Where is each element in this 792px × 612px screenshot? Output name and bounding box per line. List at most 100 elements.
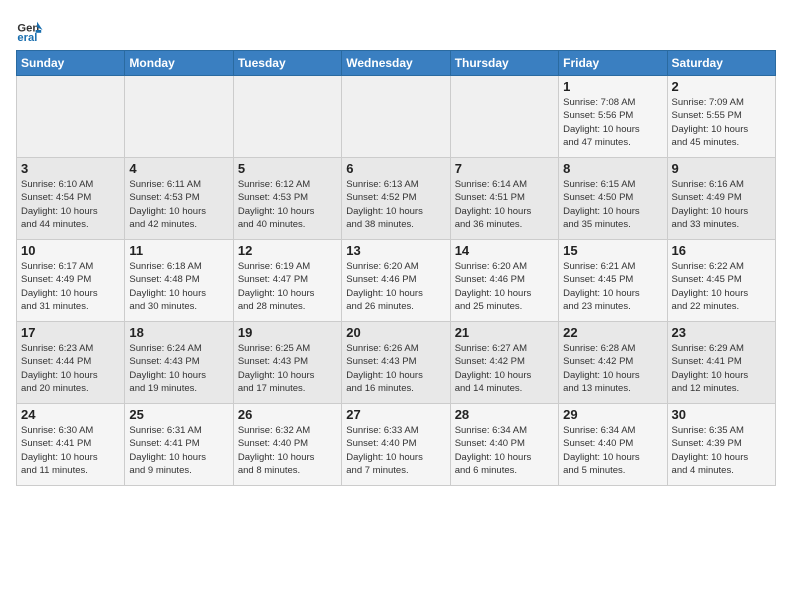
logo: Gen eral (16, 16, 48, 44)
calendar-day-cell (233, 76, 341, 158)
calendar-week-row: 10Sunrise: 6:17 AM Sunset: 4:49 PM Dayli… (17, 240, 776, 322)
day-info: Sunrise: 6:34 AM Sunset: 4:40 PM Dayligh… (563, 424, 662, 477)
calendar-body: 1Sunrise: 7:08 AM Sunset: 5:56 PM Daylig… (17, 76, 776, 486)
calendar-day-cell (342, 76, 450, 158)
day-info: Sunrise: 7:09 AM Sunset: 5:55 PM Dayligh… (672, 96, 771, 149)
day-number: 6 (346, 161, 445, 176)
day-number: 13 (346, 243, 445, 258)
calendar-day-cell: 4 Sunrise: 6:11 AM Sunset: 4:53 PM Daylig… (125, 158, 233, 240)
day-number: 18 (129, 325, 228, 340)
svg-text:eral: eral (17, 32, 37, 44)
day-number: 26 (238, 407, 337, 422)
header: Gen eral (16, 12, 776, 44)
day-info: Sunrise: 6:22 AM Sunset: 4:45 PM Dayligh… (672, 260, 771, 313)
day-number: 19 (238, 325, 337, 340)
day-number: 12 (238, 243, 337, 258)
logo-icon: Gen eral (16, 16, 44, 44)
day-info: Sunrise: 6:34 AM Sunset: 4:40 PM Dayligh… (455, 424, 554, 477)
calendar-day-cell: 20Sunrise: 6:26 AM Sunset: 4:43 PM Dayli… (342, 322, 450, 404)
day-info: Sunrise: 6:12 AM Sunset: 4:53 PM Dayligh… (238, 178, 337, 231)
day-number: 9 (672, 161, 771, 176)
weekday-header-row: SundayMondayTuesdayWednesdayThursdayFrid… (17, 51, 776, 76)
calendar-day-cell: 1Sunrise: 7:08 AM Sunset: 5:56 PM Daylig… (559, 76, 667, 158)
day-info: Sunrise: 6:24 AM Sunset: 4:43 PM Dayligh… (129, 342, 228, 395)
calendar-week-row: 24 Sunrise: 6:30 AM Sunset: 4:41 PM Dayli… (17, 404, 776, 486)
day-number: 2 (672, 79, 771, 94)
calendar-day-cell: 24 Sunrise: 6:30 AM Sunset: 4:41 PM Dayli… (17, 404, 125, 486)
calendar-day-cell: 23Sunrise: 6:29 AM Sunset: 4:41 PM Dayli… (667, 322, 775, 404)
day-info: Sunrise: 6:16 AM Sunset: 4:49 PM Dayligh… (672, 178, 771, 231)
calendar-table: SundayMondayTuesdayWednesdayThursdayFrid… (16, 50, 776, 486)
day-number: 4 (129, 161, 228, 176)
day-info: Sunrise: 6:26 AM Sunset: 4:43 PM Dayligh… (346, 342, 445, 395)
day-number: 29 (563, 407, 662, 422)
calendar-day-cell: 30 Sunrise: 6:35 AM Sunset: 4:39 PM Dayli… (667, 404, 775, 486)
day-info: Sunrise: 6:10 AM Sunset: 4:54 PM Dayligh… (21, 178, 120, 231)
day-number: 17 (21, 325, 120, 340)
calendar-day-cell: 15 Sunrise: 6:21 AM Sunset: 4:45 PM Dayli… (559, 240, 667, 322)
day-info: Sunrise: 6:15 AM Sunset: 4:50 PM Dayligh… (563, 178, 662, 231)
day-number: 11 (129, 243, 228, 258)
day-number: 3 (21, 161, 120, 176)
day-info: Sunrise: 6:20 AM Sunset: 4:46 PM Dayligh… (455, 260, 554, 313)
day-number: 28 (455, 407, 554, 422)
day-number: 25 (129, 407, 228, 422)
day-info: Sunrise: 6:32 AM Sunset: 4:40 PM Dayligh… (238, 424, 337, 477)
day-number: 16 (672, 243, 771, 258)
day-info: Sunrise: 6:23 AM Sunset: 4:44 PM Dayligh… (21, 342, 120, 395)
calendar-day-cell (450, 76, 558, 158)
calendar-day-cell (17, 76, 125, 158)
calendar-week-row: 3 Sunrise: 6:10 AM Sunset: 4:54 PM Daylig… (17, 158, 776, 240)
day-number: 8 (563, 161, 662, 176)
day-number: 1 (563, 79, 662, 94)
calendar-day-cell: 13 Sunrise: 6:20 AM Sunset: 4:46 PM Dayli… (342, 240, 450, 322)
calendar-day-cell: 29 Sunrise: 6:34 AM Sunset: 4:40 PM Dayli… (559, 404, 667, 486)
day-info: Sunrise: 6:33 AM Sunset: 4:40 PM Dayligh… (346, 424, 445, 477)
calendar-day-cell: 10Sunrise: 6:17 AM Sunset: 4:49 PM Dayli… (17, 240, 125, 322)
calendar-day-cell: 7 Sunrise: 6:14 AM Sunset: 4:51 PM Daylig… (450, 158, 558, 240)
calendar-day-cell: 19Sunrise: 6:25 AM Sunset: 4:43 PM Dayli… (233, 322, 341, 404)
calendar-day-cell: 11 Sunrise: 6:18 AM Sunset: 4:48 PM Dayli… (125, 240, 233, 322)
day-number: 23 (672, 325, 771, 340)
day-number: 21 (455, 325, 554, 340)
calendar-day-cell: 2 Sunrise: 7:09 AM Sunset: 5:55 PM Daylig… (667, 76, 775, 158)
calendar-week-row: 17 Sunrise: 6:23 AM Sunset: 4:44 PM Dayli… (17, 322, 776, 404)
day-info: Sunrise: 6:21 AM Sunset: 4:45 PM Dayligh… (563, 260, 662, 313)
day-number: 15 (563, 243, 662, 258)
day-number: 30 (672, 407, 771, 422)
calendar-day-cell: 12 Sunrise: 6:19 AM Sunset: 4:47 PM Dayli… (233, 240, 341, 322)
day-info: Sunrise: 6:18 AM Sunset: 4:48 PM Dayligh… (129, 260, 228, 313)
calendar-day-cell (125, 76, 233, 158)
calendar-day-cell: 25 Sunrise: 6:31 AM Sunset: 4:41 PM Dayli… (125, 404, 233, 486)
day-info: Sunrise: 6:19 AM Sunset: 4:47 PM Dayligh… (238, 260, 337, 313)
day-info: Sunrise: 6:27 AM Sunset: 4:42 PM Dayligh… (455, 342, 554, 395)
weekday-header-cell: Monday (125, 51, 233, 76)
day-info: Sunrise: 6:35 AM Sunset: 4:39 PM Dayligh… (672, 424, 771, 477)
day-info: Sunrise: 6:13 AM Sunset: 4:52 PM Dayligh… (346, 178, 445, 231)
day-number: 24 (21, 407, 120, 422)
day-info: Sunrise: 6:14 AM Sunset: 4:51 PM Dayligh… (455, 178, 554, 231)
day-number: 7 (455, 161, 554, 176)
day-number: 27 (346, 407, 445, 422)
calendar-day-cell: 22 Sunrise: 6:28 AM Sunset: 4:42 PM Dayli… (559, 322, 667, 404)
weekday-header-cell: Thursday (450, 51, 558, 76)
calendar-day-cell: 5 Sunrise: 6:12 AM Sunset: 4:53 PM Daylig… (233, 158, 341, 240)
day-number: 5 (238, 161, 337, 176)
day-number: 14 (455, 243, 554, 258)
day-info: Sunrise: 6:30 AM Sunset: 4:41 PM Dayligh… (21, 424, 120, 477)
day-info: Sunrise: 6:11 AM Sunset: 4:53 PM Dayligh… (129, 178, 228, 231)
day-info: Sunrise: 6:31 AM Sunset: 4:41 PM Dayligh… (129, 424, 228, 477)
day-number: 22 (563, 325, 662, 340)
calendar-day-cell: 6 Sunrise: 6:13 AM Sunset: 4:52 PM Daylig… (342, 158, 450, 240)
calendar-day-cell: 3 Sunrise: 6:10 AM Sunset: 4:54 PM Daylig… (17, 158, 125, 240)
calendar-day-cell: 26 Sunrise: 6:32 AM Sunset: 4:40 PM Dayli… (233, 404, 341, 486)
day-info: Sunrise: 6:28 AM Sunset: 4:42 PM Dayligh… (563, 342, 662, 395)
calendar-day-cell: 28 Sunrise: 6:34 AM Sunset: 4:40 PM Dayli… (450, 404, 558, 486)
day-info: Sunrise: 6:20 AM Sunset: 4:46 PM Dayligh… (346, 260, 445, 313)
calendar-day-cell: 8 Sunrise: 6:15 AM Sunset: 4:50 PM Daylig… (559, 158, 667, 240)
calendar-day-cell: 16 Sunrise: 6:22 AM Sunset: 4:45 PM Dayli… (667, 240, 775, 322)
weekday-header-cell: Wednesday (342, 51, 450, 76)
weekday-header-cell: Saturday (667, 51, 775, 76)
calendar-day-cell: 14 Sunrise: 6:20 AM Sunset: 4:46 PM Dayli… (450, 240, 558, 322)
calendar-day-cell: 27 Sunrise: 6:33 AM Sunset: 4:40 PM Dayli… (342, 404, 450, 486)
